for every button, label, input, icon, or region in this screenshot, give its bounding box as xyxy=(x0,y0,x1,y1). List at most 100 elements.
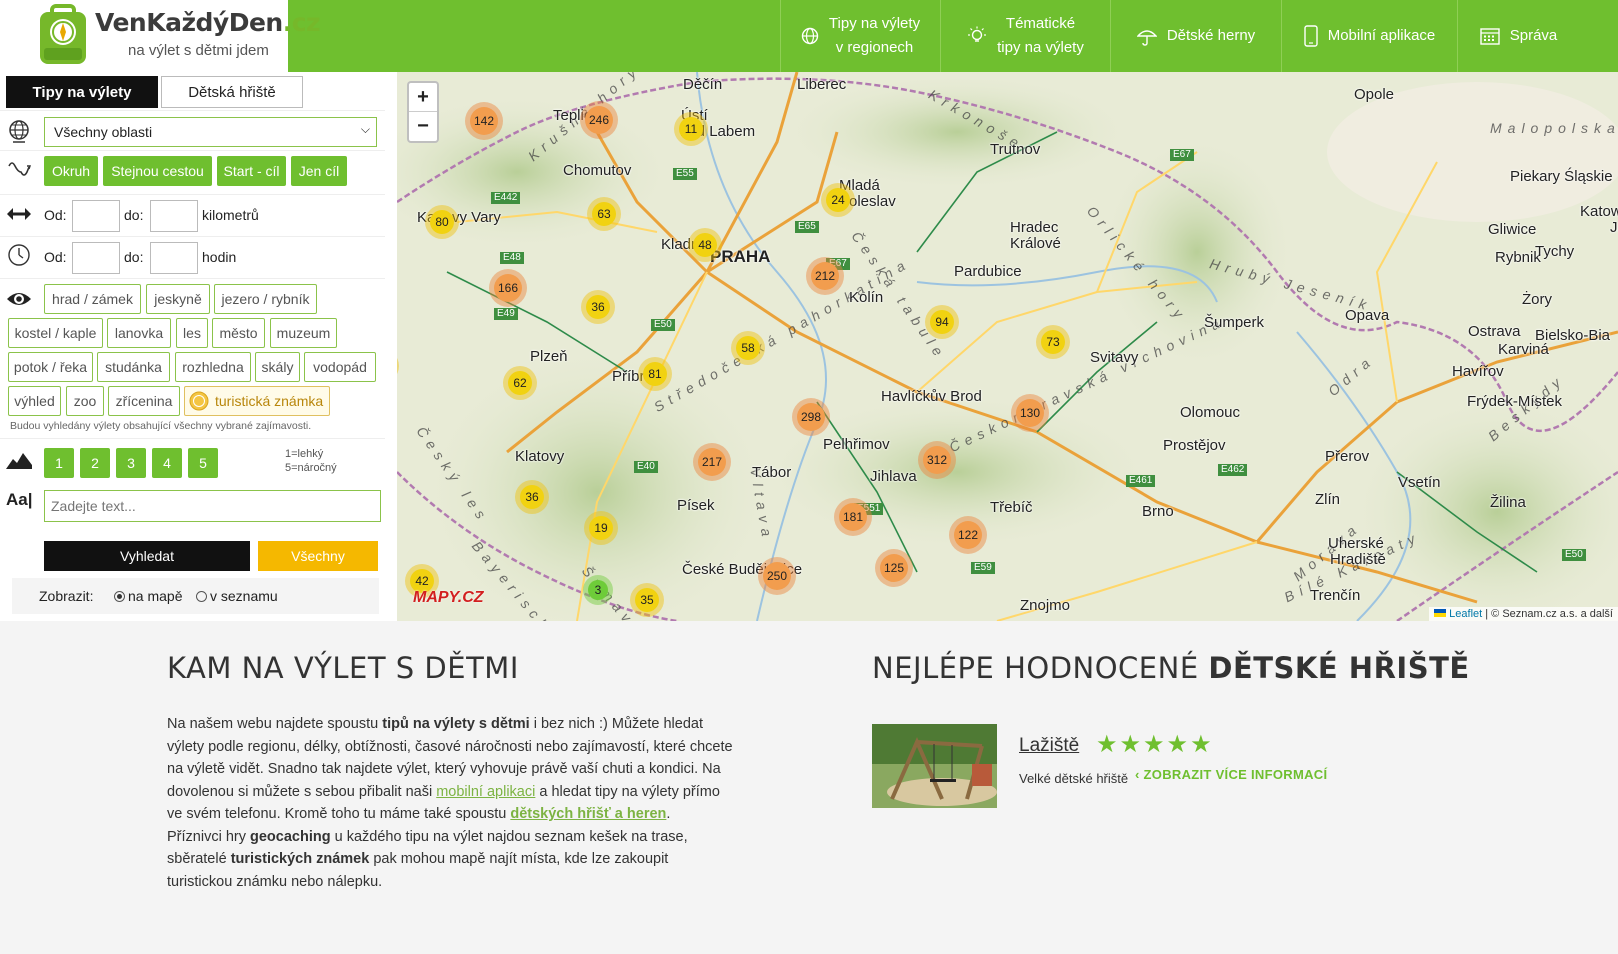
map-city-label: Třebíč xyxy=(990,499,1033,516)
chip-skaly[interactable]: skály xyxy=(255,352,300,382)
leaflet-link[interactable]: Leaflet xyxy=(1449,608,1482,620)
map-cluster-marker[interactable]: 94 xyxy=(925,305,959,339)
chip-jezero-rybnik[interactable]: jezero / rybník xyxy=(214,284,317,314)
start-cil-button[interactable]: Start - cíl xyxy=(217,156,286,186)
chip-studanka[interactable]: studánka xyxy=(97,352,170,382)
map-cluster-marker[interactable]: 3 xyxy=(583,575,613,605)
nav-tipy-regiony[interactable]: Tipy na výlety v regionech xyxy=(780,0,940,72)
more-info-link[interactable]: ‹ ZOBRAZIT VÍCE INFORMACÍ xyxy=(1135,767,1327,782)
map-cluster-marker[interactable]: 73 xyxy=(1036,325,1070,359)
zoom-in-button[interactable]: + xyxy=(409,83,437,112)
map-city-label: Plzeň xyxy=(530,348,568,365)
chip-potok-reka[interactable]: potok / řeka xyxy=(8,352,93,382)
playground-name[interactable]: Lažiště xyxy=(1019,735,1079,757)
playgrounds-link[interactable]: dětských hřišť a heren xyxy=(510,806,666,822)
ukraine-flag-icon xyxy=(1434,609,1447,617)
map-cluster-marker[interactable]: 212 xyxy=(806,257,844,295)
nav-mobilni-aplikace[interactable]: Mobilní aplikace xyxy=(1281,0,1457,72)
playground-photo[interactable] xyxy=(872,724,997,808)
chip-rozhledna[interactable]: rozhledna xyxy=(175,352,251,382)
difficulty-5-button[interactable]: 5 xyxy=(188,448,218,478)
difficulty-1-button[interactable]: 1 xyxy=(44,448,74,478)
map-cluster-marker[interactable]: 11 xyxy=(674,112,708,146)
nav-sprava[interactable]: Správa xyxy=(1457,0,1579,72)
chip-muzeum[interactable]: muzeum xyxy=(270,318,337,348)
map-city-label: Olomouc xyxy=(1180,404,1241,421)
chip-hrad-zamek[interactable]: hrad / zámek xyxy=(44,284,141,314)
nav-tematicke-tipy[interactable]: Tématické tipy na výlety xyxy=(940,0,1110,72)
map-road-label: E442 xyxy=(491,192,521,204)
text-size-icon: Aa| xyxy=(6,490,33,509)
jen-cil-button[interactable]: Jen cíl xyxy=(291,156,347,186)
difficulty-4-button[interactable]: 4 xyxy=(152,448,182,478)
globe-grid-icon xyxy=(9,120,29,143)
chip-turisticka-znamka[interactable]: turistická známka xyxy=(184,386,330,416)
chip-zricenina[interactable]: zřícenina xyxy=(108,386,180,416)
all-button[interactable]: Všechny xyxy=(258,541,378,571)
difficulty-3-button[interactable]: 3 xyxy=(116,448,146,478)
chip-vodopad[interactable]: vodopád xyxy=(304,352,376,382)
intro-paragraph-2: Příznivci hry geocaching u každého tipu … xyxy=(167,828,688,890)
map-cluster-marker[interactable]: 19 xyxy=(584,511,618,545)
map-road-label: E48 xyxy=(500,252,524,264)
zoom-out-button[interactable]: − xyxy=(409,112,437,141)
map-cluster-marker[interactable]: 81 xyxy=(638,357,672,391)
search-button[interactable]: Vyhledat xyxy=(44,541,250,571)
nav-detske-herny[interactable]: Dětské herny xyxy=(1110,0,1281,72)
map-cluster-marker[interactable]: 312 xyxy=(918,441,956,479)
distance-row: Od: do: kilometrů xyxy=(0,194,385,236)
map-cluster-marker[interactable]: 24 xyxy=(821,183,855,217)
chip-lanovka[interactable]: lanovka xyxy=(107,318,171,348)
mapy-cz-logo[interactable]: MAPY.CZ xyxy=(413,589,484,607)
map-cluster-marker[interactable]: 36 xyxy=(581,290,615,324)
map[interactable]: Krkonoše Orlické hory Hrubý Jeseník Krušné … xyxy=(397,72,1618,621)
map-cluster-marker[interactable]: 142 xyxy=(465,102,503,140)
show-map-radio[interactable]: na mapě xyxy=(114,588,182,604)
map-cluster-marker[interactable]: 62 xyxy=(503,366,537,400)
stejnou-cestou-button[interactable]: Stejnou cestou xyxy=(103,156,212,186)
map-city-label: Tychy xyxy=(1535,243,1575,260)
map-cluster-marker[interactable]: 36 xyxy=(515,480,549,514)
map-cluster-marker[interactable]: 63 xyxy=(587,197,621,231)
map-cluster-marker[interactable]: 250 xyxy=(758,557,796,595)
map-cluster-marker[interactable]: 80 xyxy=(425,205,459,239)
map-cluster-marker[interactable]: 125 xyxy=(875,549,913,587)
tab-detska-hriste[interactable]: Dětská hřiště xyxy=(161,76,303,108)
distance-from-input[interactable] xyxy=(72,200,120,232)
tab-tipy-na-vylety[interactable]: Tipy na výlety xyxy=(6,76,158,108)
chip-les[interactable]: les xyxy=(176,318,208,348)
intro-title: KAM NA VÝLET S DĚTMI xyxy=(167,651,519,685)
zoom-control: + − xyxy=(407,81,439,143)
chip-vyhled[interactable]: výhled xyxy=(8,386,61,416)
map-city-label: Pardubice xyxy=(954,263,1022,280)
map-cluster-marker[interactable]: 122 xyxy=(949,516,987,554)
mobile-app-link[interactable]: mobilní aplikaci xyxy=(436,784,535,800)
chip-jeskyne[interactable]: jeskyně xyxy=(146,284,210,314)
text-search-input[interactable] xyxy=(44,490,381,522)
map-cluster-marker[interactable]: 246 xyxy=(580,101,618,139)
map-cluster-marker[interactable]: 130 xyxy=(1011,394,1049,432)
map-cluster-marker[interactable]: 48 xyxy=(688,228,722,262)
map-cluster-marker[interactable]: 181 xyxy=(834,498,872,536)
time-to-input[interactable] xyxy=(150,242,198,274)
map-cluster-marker[interactable]: 58 xyxy=(731,331,765,365)
map-cluster-marker[interactable]: 35 xyxy=(630,583,664,617)
show-list-radio[interactable]: v seznamu xyxy=(196,588,278,604)
distance-to-input[interactable] xyxy=(150,200,198,232)
chip-kostel-kaple[interactable]: kostel / kaple xyxy=(8,318,103,348)
region-select[interactable]: Všechny oblasti ⌵ xyxy=(44,117,377,147)
logo-subtitle: na výlet s dětmi jdem xyxy=(128,42,269,59)
text-row: Aa| xyxy=(0,484,385,524)
map-cluster-marker[interactable]: 298 xyxy=(792,398,830,436)
map-cluster-marker[interactable]: 217 xyxy=(693,443,731,481)
map-city-label: Tábor xyxy=(752,464,792,481)
difficulty-2-button[interactable]: 2 xyxy=(80,448,110,478)
map-city-label: Piekary Śląskie xyxy=(1510,168,1613,185)
chip-mesto[interactable]: město xyxy=(212,318,265,348)
time-from-input[interactable] xyxy=(72,242,120,274)
logo[interactable]: VenKaždýDen.cz na výlet s dětmi jdem xyxy=(0,0,321,72)
chip-zoo[interactable]: zoo xyxy=(66,386,104,416)
stamp-coin-icon xyxy=(189,391,209,411)
map-cluster-marker[interactable]: 166 xyxy=(489,269,527,307)
okruh-button[interactable]: Okruh xyxy=(44,156,98,186)
